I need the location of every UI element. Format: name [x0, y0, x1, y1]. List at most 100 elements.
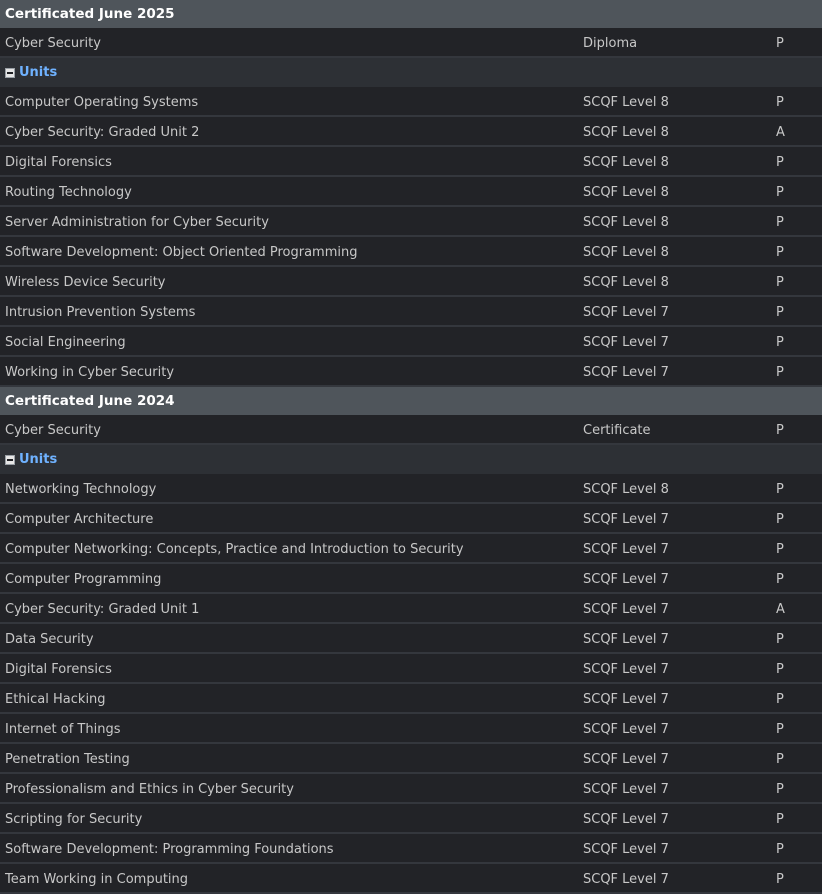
unit-result: P [776, 184, 784, 200]
unit-row: Internet of Things SCQF Level 7 P [0, 714, 822, 744]
unit-level: SCQF Level 8 [583, 184, 669, 200]
units-label: Units [19, 452, 58, 467]
unit-row: Networking Technology SCQF Level 8 P [0, 474, 822, 504]
unit-level: SCQF Level 7 [583, 781, 669, 797]
unit-result: P [776, 94, 784, 110]
unit-name: Social Engineering [5, 334, 126, 350]
unit-result: P [776, 214, 784, 230]
unit-name: Digital Forensics [5, 154, 112, 170]
unit-level: SCQF Level 8 [583, 214, 669, 230]
unit-row: Wireless Device Security SCQF Level 8 P [0, 267, 822, 297]
unit-row: Computer Operating Systems SCQF Level 8 P [0, 87, 822, 117]
unit-result: P [776, 751, 784, 767]
award-level: Certificate [583, 422, 651, 438]
unit-row: Digital Forensics SCQF Level 8 P [0, 147, 822, 177]
unit-level: SCQF Level 8 [583, 124, 669, 140]
unit-name: Cyber Security: Graded Unit 1 [5, 601, 200, 617]
unit-result: P [776, 304, 784, 320]
unit-name: Software Development: Object Oriented Pr… [5, 244, 358, 260]
unit-result: P [776, 691, 784, 707]
unit-name: Routing Technology [5, 184, 132, 200]
unit-result: P [776, 781, 784, 797]
unit-level: SCQF Level 8 [583, 94, 669, 110]
award-row: Cyber Security Diploma P [0, 28, 822, 58]
unit-level: SCQF Level 8 [583, 274, 669, 290]
unit-row: Software Development: Object Oriented Pr… [0, 237, 822, 267]
unit-name: Data Security [5, 631, 94, 647]
unit-level: SCQF Level 7 [583, 811, 669, 827]
unit-level: SCQF Level 7 [583, 751, 669, 767]
unit-result: P [776, 481, 784, 497]
unit-result: P [776, 334, 784, 350]
unit-row: Software Development: Programming Founda… [0, 834, 822, 864]
unit-level: SCQF Level 8 [583, 154, 669, 170]
unit-result: P [776, 541, 784, 557]
unit-name: Internet of Things [5, 721, 121, 737]
unit-name: Networking Technology [5, 481, 157, 497]
unit-level: SCQF Level 7 [583, 364, 669, 380]
unit-level: SCQF Level 7 [583, 691, 669, 707]
units-toggle[interactable]: Units [0, 58, 822, 87]
unit-result: P [776, 661, 784, 677]
unit-name: Computer Networking: Concepts, Practice … [5, 541, 464, 557]
unit-result: A [776, 124, 785, 140]
unit-result: P [776, 274, 784, 290]
unit-result: P [776, 721, 784, 737]
unit-level: SCQF Level 7 [583, 541, 669, 557]
unit-level: SCQF Level 8 [583, 244, 669, 260]
collapse-icon[interactable] [5, 454, 15, 465]
unit-name: Penetration Testing [5, 751, 130, 767]
unit-name: Computer Operating Systems [5, 94, 199, 110]
section-header: Certificated June 2024 [0, 387, 822, 415]
unit-row: Data Security SCQF Level 7 P [0, 624, 822, 654]
award-level: Diploma [583, 35, 638, 51]
unit-level: SCQF Level 7 [583, 511, 669, 527]
unit-name: Ethical Hacking [5, 691, 106, 707]
unit-name: Computer Programming [5, 571, 162, 587]
unit-row: Server Administration for Cyber Security… [0, 207, 822, 237]
unit-level: SCQF Level 7 [583, 871, 669, 887]
unit-row: Intrusion Prevention Systems SCQF Level 7… [0, 297, 822, 327]
unit-name: Digital Forensics [5, 661, 112, 677]
unit-level: SCQF Level 7 [583, 661, 669, 677]
unit-row: Routing Technology SCQF Level 8 P [0, 177, 822, 207]
unit-level: SCQF Level 7 [583, 841, 669, 857]
unit-name: Team Working in Computing [5, 871, 189, 887]
unit-level: SCQF Level 7 [583, 631, 669, 647]
unit-name: Professionalism and Ethics in Cyber Secu… [5, 781, 294, 797]
unit-level: SCQF Level 7 [583, 601, 669, 617]
award-name: Cyber Security [5, 422, 101, 438]
unit-result: P [776, 571, 784, 587]
units-toggle[interactable]: Units [0, 445, 822, 474]
unit-row: Cyber Security: Graded Unit 1 SCQF Level … [0, 594, 822, 624]
unit-level: SCQF Level 7 [583, 571, 669, 587]
unit-level: SCQF Level 7 [583, 304, 669, 320]
unit-name: Server Administration for Cyber Security [5, 214, 269, 230]
unit-row: Computer Networking: Concepts, Practice … [0, 534, 822, 564]
unit-name: Wireless Device Security [5, 274, 166, 290]
unit-row: Professionalism and Ethics in Cyber Secu… [0, 774, 822, 804]
award-result: P [776, 422, 784, 438]
unit-result: P [776, 244, 784, 260]
units-label: Units [19, 65, 58, 80]
unit-level: SCQF Level 7 [583, 334, 669, 350]
section-header: Certificated June 2025 [0, 0, 822, 28]
unit-name: Computer Architecture [5, 511, 154, 527]
unit-row: Computer Programming SCQF Level 7 P [0, 564, 822, 594]
unit-name: Working in Cyber Security [5, 364, 175, 380]
unit-level: SCQF Level 7 [583, 721, 669, 737]
award-row: Cyber Security Certificate P [0, 415, 822, 445]
unit-result: P [776, 871, 784, 887]
unit-row: Scripting for Security SCQF Level 7 P [0, 804, 822, 834]
unit-result: P [776, 511, 784, 527]
collapse-icon[interactable] [5, 67, 15, 78]
unit-result: P [776, 811, 784, 827]
unit-level: SCQF Level 8 [583, 481, 669, 497]
unit-result: P [776, 631, 784, 647]
unit-row: Team Working in Computing SCQF Level 7 P [0, 864, 822, 894]
unit-row: Computer Architecture SCQF Level 7 P [0, 504, 822, 534]
award-name: Cyber Security [5, 35, 101, 51]
unit-name: Software Development: Programming Founda… [5, 841, 334, 857]
results-table: Certificated June 2025 Cyber Security Dipl… [0, 0, 822, 894]
unit-name: Intrusion Prevention Systems [5, 304, 196, 320]
